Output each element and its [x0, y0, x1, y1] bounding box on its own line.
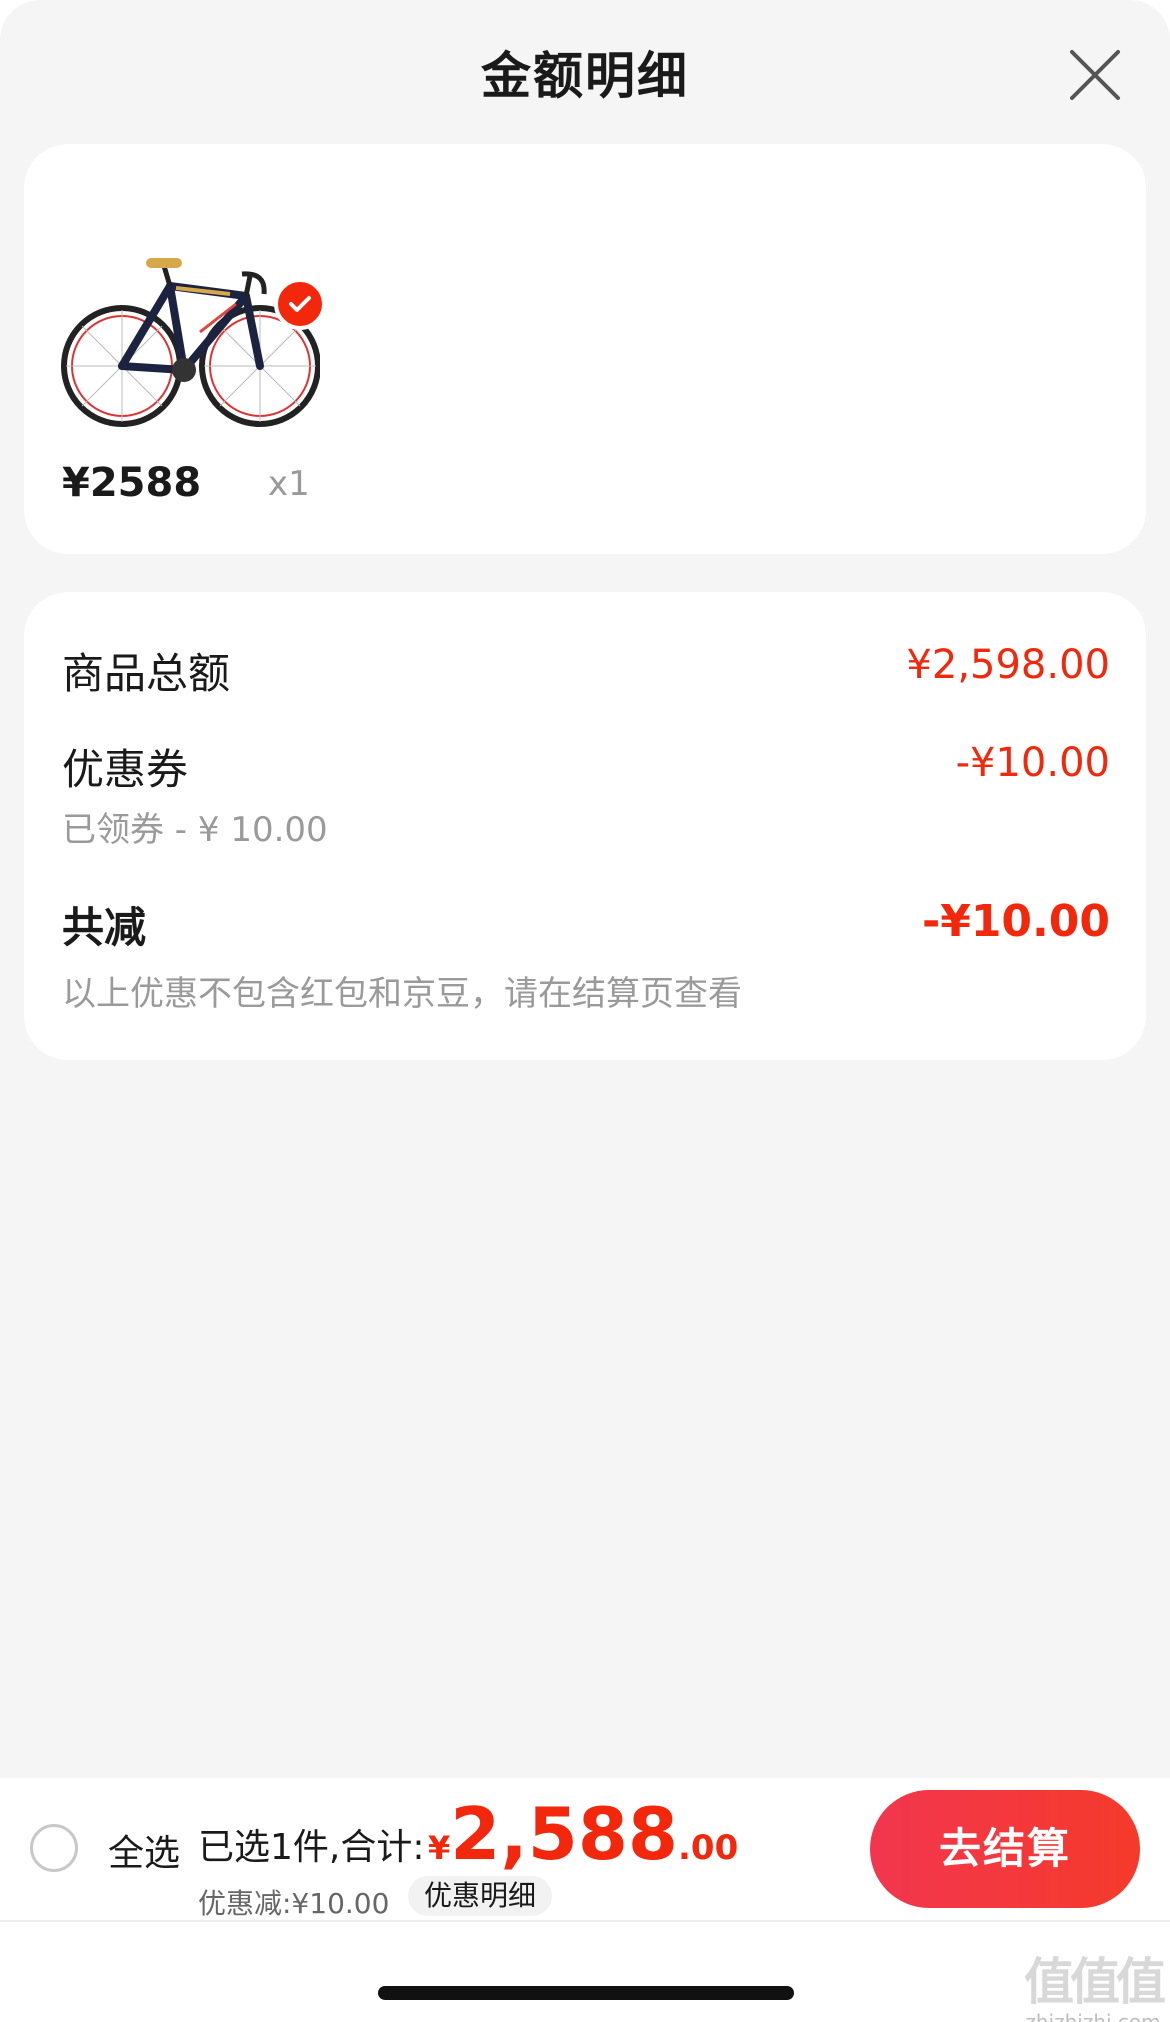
- site-watermark: 值值值 zhizhizhi.com: [1018, 1942, 1168, 2022]
- goods-total-value: ¥2,598.00: [906, 642, 1110, 688]
- price-summary-card: 商品总额 ¥2,598.00 优惠券 -¥10.00 已领券 - ¥ 10.00…: [24, 592, 1146, 1060]
- product-thumbnail[interactable]: [60, 214, 326, 454]
- total-integer: 2,588: [450, 1792, 679, 1876]
- item-selected-checkbox[interactable]: [274, 278, 326, 330]
- bicycle-image: [61, 258, 321, 427]
- home-indicator[interactable]: [378, 1986, 794, 2000]
- discount-detail-button[interactable]: 优惠明细: [408, 1876, 553, 1916]
- total-currency: ¥: [428, 1829, 451, 1867]
- total-reduce-value: -¥10.00: [921, 896, 1110, 947]
- coupon-subtext: 已领券 - ¥ 10.00: [62, 810, 328, 850]
- close-icon: [1070, 50, 1120, 100]
- product-card: ¥2588 x1: [24, 144, 1146, 554]
- discount-note: 以上优惠不包含红包和京豆，请在结算页查看: [62, 974, 742, 1014]
- checkmark-icon: [289, 296, 311, 312]
- item-quantity: x1: [268, 464, 310, 504]
- coupon-value: -¥10.00: [955, 740, 1110, 786]
- select-all-label[interactable]: 全选: [108, 1824, 180, 1876]
- sheet-header: 金额明细: [0, 0, 1170, 140]
- goods-total-label: 商品总额: [62, 649, 231, 698]
- amount-detail-sheet: 金额明细 ¥2588 x1 商品总额 ¥2,598.00 优惠券 -¥10.00…: [0, 0, 1170, 2022]
- selected-count-text: 已选1件,合计:: [198, 1827, 425, 1868]
- select-all-radio[interactable]: [30, 1824, 78, 1872]
- checkout-bar: 全选 已选1件,合计: ¥2,588.00 优惠减:¥10.00 优惠明细 去结…: [0, 1778, 1170, 1920]
- close-button[interactable]: [1060, 40, 1130, 110]
- checkout-button[interactable]: 去结算: [870, 1790, 1140, 1908]
- discount-amount-text: 优惠减:¥10.00: [198, 1887, 390, 1920]
- sheet-title: 金额明细: [481, 47, 689, 105]
- total-decimal: .00: [678, 1828, 739, 1868]
- total-amount: ¥2,588.00: [428, 1792, 738, 1876]
- watermark-domain: zhizhizhi.com: [1025, 2010, 1161, 2022]
- home-indicator-area: [0, 1922, 1170, 2022]
- total-reduce-label: 共减: [62, 903, 147, 952]
- watermark-glyphs: 值值值: [1024, 1953, 1166, 2011]
- item-price: ¥2588: [62, 460, 202, 506]
- coupon-label: 优惠券: [62, 745, 189, 794]
